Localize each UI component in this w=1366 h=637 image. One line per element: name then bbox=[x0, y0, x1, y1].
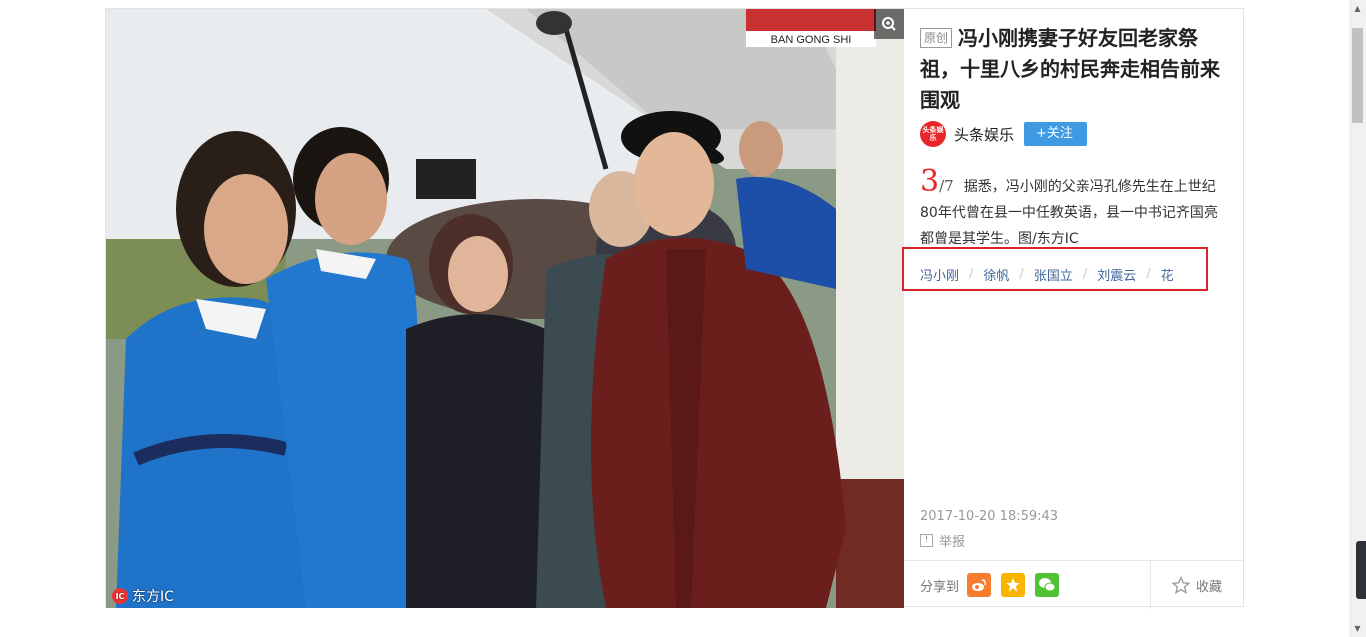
source-name[interactable]: 头条娱乐 bbox=[954, 124, 1014, 145]
report-link[interactable]: ! 举报 bbox=[920, 531, 965, 550]
tag-item[interactable]: 张国立 bbox=[1034, 265, 1073, 284]
wechat-icon[interactable] bbox=[1035, 573, 1060, 597]
page-total: /7 bbox=[939, 177, 954, 195]
tag-list: 冯小刚 / 徐帆 / 张国立 / 刘震云 / 花 bbox=[920, 265, 1174, 284]
tag-item[interactable]: 冯小刚 bbox=[920, 265, 959, 284]
tag-separator: / bbox=[1019, 267, 1024, 282]
floating-side-widget[interactable] bbox=[1356, 541, 1366, 599]
share-label: 分享到 bbox=[920, 579, 960, 595]
photo-illustration: BAN GONG SHI bbox=[106, 9, 904, 608]
qzone-icon[interactable] bbox=[1001, 573, 1026, 597]
original-badge: 原创 bbox=[920, 28, 953, 48]
scroll-up-arrow-icon[interactable]: ▲ bbox=[1349, 0, 1366, 17]
report-icon: ! bbox=[920, 534, 933, 547]
page-current: 3 bbox=[920, 164, 940, 199]
watermark-logo-icon: IC bbox=[112, 588, 128, 604]
gallery-photo[interactable]: BAN GONG SHI IC 东方IC bbox=[106, 9, 904, 608]
star-icon bbox=[1171, 576, 1190, 594]
scroll-down-arrow-icon[interactable]: ▼ bbox=[1349, 620, 1366, 637]
tag-separator: / bbox=[969, 267, 974, 282]
tag-separator: / bbox=[1146, 267, 1151, 282]
tag-item[interactable]: 花 bbox=[1161, 265, 1174, 284]
watermark-text: 东方IC bbox=[132, 589, 174, 605]
scroll-thumb[interactable] bbox=[1352, 28, 1363, 123]
article-sidebar: 原创 冯小刚携妻子好友回老家祭祖，十里八乡的村民奔走相告前来围观 头条娱乐 头条娱… bbox=[904, 9, 1243, 609]
favorite-button[interactable]: 收藏 bbox=[1150, 561, 1243, 609]
tag-item[interactable]: 刘震云 bbox=[1097, 265, 1136, 284]
weibo-icon[interactable] bbox=[967, 573, 992, 597]
description-text: 据悉，冯小刚的父亲冯孔修先生在上世纪80年代曾在县一中任教英语，县一中书记齐国亮… bbox=[920, 179, 1218, 247]
report-label: 举报 bbox=[939, 535, 966, 550]
favorite-label: 收藏 bbox=[1195, 579, 1222, 595]
tag-item[interactable]: 徐帆 bbox=[983, 265, 1009, 284]
follow-button[interactable]: +关注 bbox=[1024, 122, 1087, 146]
gallery-viewer: BAN GONG SHI IC 东方IC 原创 冯小刚携妻子好友回老家祭祖，十里… bbox=[105, 8, 1244, 609]
source-info: 头条娱乐 头条娱乐 +关注 bbox=[920, 121, 1087, 147]
photo-watermark: IC 东方IC bbox=[112, 586, 174, 606]
sign-text: BAN GONG SHI bbox=[771, 34, 852, 46]
source-avatar[interactable]: 头条娱乐 bbox=[920, 121, 946, 147]
article-title-block: 原创 冯小刚携妻子好友回老家祭祖，十里八乡的村民奔走相告前来围观 bbox=[920, 23, 1230, 116]
zoom-in-icon bbox=[882, 17, 896, 31]
share-bar: 分享到 收藏 bbox=[904, 560, 1243, 609]
zoom-button[interactable] bbox=[874, 9, 904, 39]
article-title: 冯小刚携妻子好友回老家祭祖，十里八乡的村民奔走相告前来围观 bbox=[920, 26, 1220, 112]
photo-description: 3/7 据悉，冯小刚的父亲冯孔修先生在上世纪80年代曾在县一中任教英语，县一中书记… bbox=[920, 167, 1230, 252]
publish-time: 2017-10-20 18:59:43 bbox=[920, 509, 1059, 524]
tag-separator: / bbox=[1082, 267, 1088, 282]
